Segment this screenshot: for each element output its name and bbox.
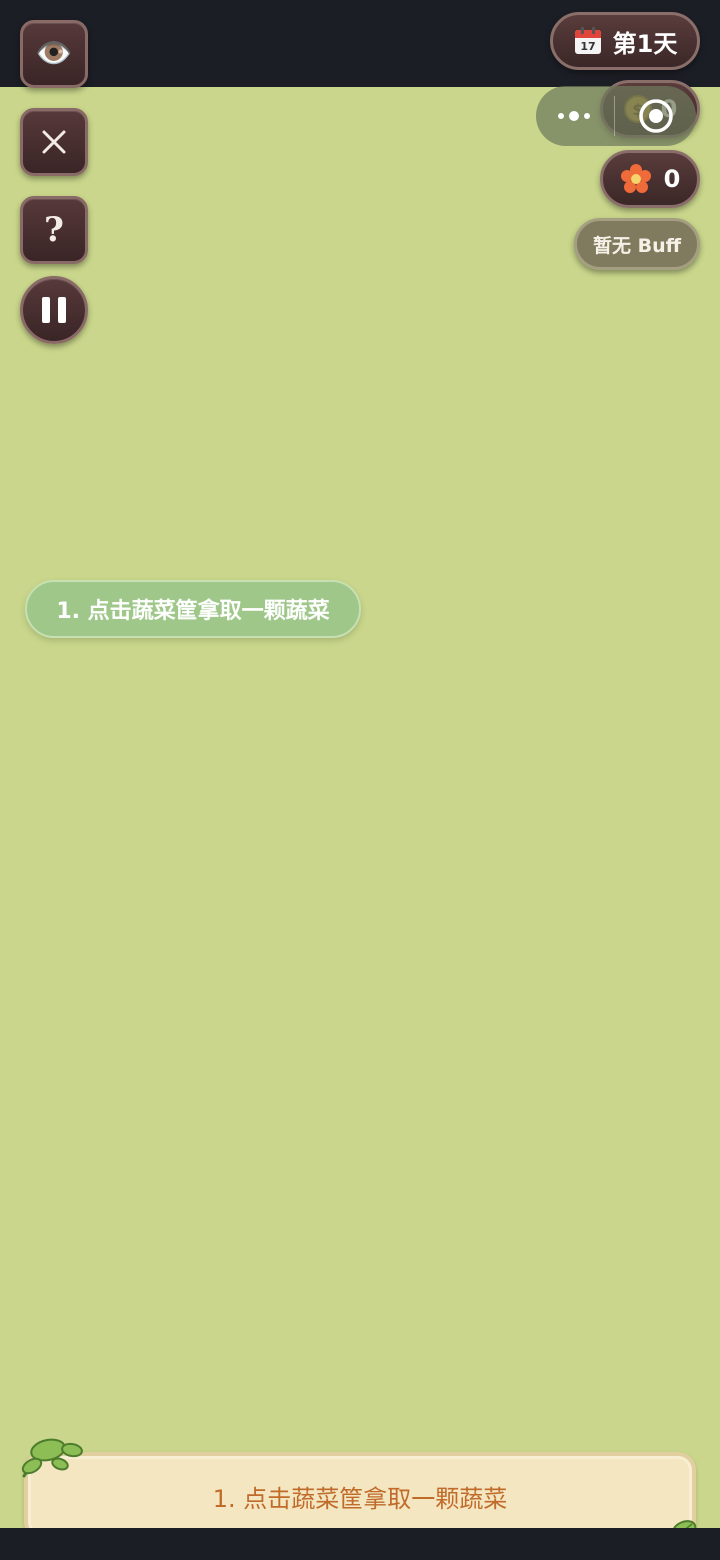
more-dots-icon <box>558 111 590 121</box>
pause-icon <box>42 297 66 323</box>
hint-text: 1. 点击蔬菜筐拿取一颗蔬菜 <box>212 1484 508 1513</box>
calendar-icon: 17 <box>574 27 601 54</box>
close-icon <box>42 130 66 154</box>
miniprogram-capsule <box>536 86 696 146</box>
exit-button[interactable] <box>615 98 696 134</box>
pause-button[interactable] <box>20 276 88 344</box>
record-icon <box>638 99 673 133</box>
tutorial-bubble: 1. 点击蔬菜筐拿取一颗蔬菜 <box>25 580 361 638</box>
buff-status[interactable]: 暂无 Buff <box>574 218 700 270</box>
flower-count: 0 <box>663 165 681 193</box>
flower-icon <box>620 164 651 193</box>
bottom-bar <box>0 1528 720 1560</box>
flower-counter: 0 <box>600 150 700 208</box>
hint-panel: 1. 点击蔬菜筐拿取一颗蔬菜 <box>24 1452 696 1540</box>
buff-label: 暂无 Buff <box>592 234 681 257</box>
close-button[interactable] <box>20 108 88 176</box>
day-label: 第1天 <box>612 29 678 58</box>
tutorial-bubble-text: 1. 点击蔬菜筐拿取一颗蔬菜 <box>56 599 330 624</box>
more-button[interactable] <box>536 110 614 122</box>
help-button[interactable]: ? <box>20 196 88 264</box>
eye-icon: 👁️ <box>35 36 73 71</box>
leaf-icon <box>21 1438 83 1478</box>
view-toggle-button[interactable]: 👁️ <box>20 20 88 88</box>
day-counter: 17 第1天 <box>550 12 700 70</box>
svg-text:17: 17 <box>580 40 595 53</box>
help-icon: ? <box>44 210 64 250</box>
